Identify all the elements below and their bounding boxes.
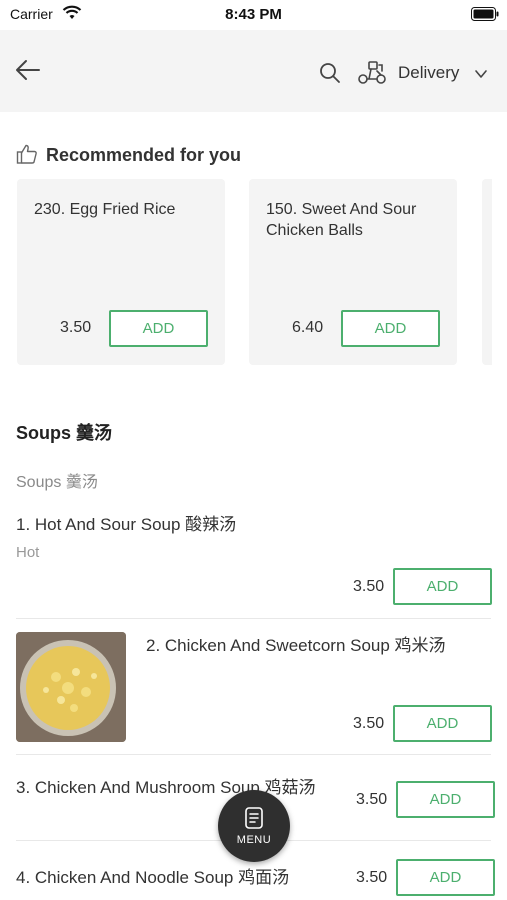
status-time: 8:43 PM (225, 6, 282, 23)
menu-item-price: 3.50 (353, 715, 385, 732)
section-title: Soups 羹汤 (16, 423, 113, 443)
recommended-card-next-peek[interactable] (482, 179, 492, 365)
recommended-item-name: 230. Egg Fried Rice (34, 201, 176, 218)
subsection-title: Soups 羹汤 (16, 474, 98, 491)
recommended-title: Recommended for you (46, 145, 242, 165)
menu-item-price: 3.50 (353, 578, 385, 595)
item-divider (16, 754, 491, 755)
add-button[interactable]: ADD (396, 781, 495, 818)
thumbs-up-icon (16, 144, 37, 164)
menu-item-description: Hot (16, 544, 40, 561)
item-photo[interactable] (16, 632, 126, 742)
item-divider (16, 618, 491, 619)
top-nav-bar: Delivery (0, 30, 507, 112)
recommended-card[interactable]: 150. Sweet And Sour Chicken Balls 6.40 A… (249, 179, 457, 365)
add-button[interactable]: ADD (393, 568, 492, 605)
status-bar: Carrier 8:43 PM (0, 0, 507, 30)
menu-item-name[interactable]: 1. Hot And Sour Soup 酸辣汤 (16, 512, 236, 537)
menu-item-price: 3.50 (356, 869, 388, 886)
scooter-icon[interactable] (357, 59, 387, 85)
menu-item-price: 3.50 (356, 791, 388, 808)
menu-item-name[interactable]: 4. Chicken And Noodle Soup 鸡面汤 (16, 865, 289, 890)
back-arrow-icon[interactable] (14, 56, 42, 84)
search-icon[interactable] (318, 61, 342, 85)
add-button[interactable]: ADD (109, 310, 208, 347)
add-button[interactable]: ADD (393, 705, 492, 742)
battery-icon (471, 7, 499, 21)
recommended-item-price: 3.50 (60, 319, 92, 336)
chevron-down-icon[interactable] (474, 67, 488, 81)
menu-list-icon (245, 807, 263, 829)
recommended-card[interactable]: 230. Egg Fried Rice 3.50 ADD (17, 179, 225, 365)
menu-item-name[interactable]: 2. Chicken And Sweetcorn Soup 鸡米汤 (146, 633, 446, 658)
add-button[interactable]: ADD (396, 859, 495, 896)
soup-photo-image (16, 632, 126, 742)
menu-fab-button[interactable]: MENU (218, 790, 290, 862)
add-button[interactable]: ADD (341, 310, 440, 347)
recommended-item-price: 6.40 (292, 319, 324, 336)
recommended-item-name: 150. Sweet And Sour Chicken Balls (266, 201, 417, 239)
menu-fab-label: MENU (236, 834, 272, 846)
delivery-mode-selector[interactable]: Delivery (398, 63, 459, 83)
